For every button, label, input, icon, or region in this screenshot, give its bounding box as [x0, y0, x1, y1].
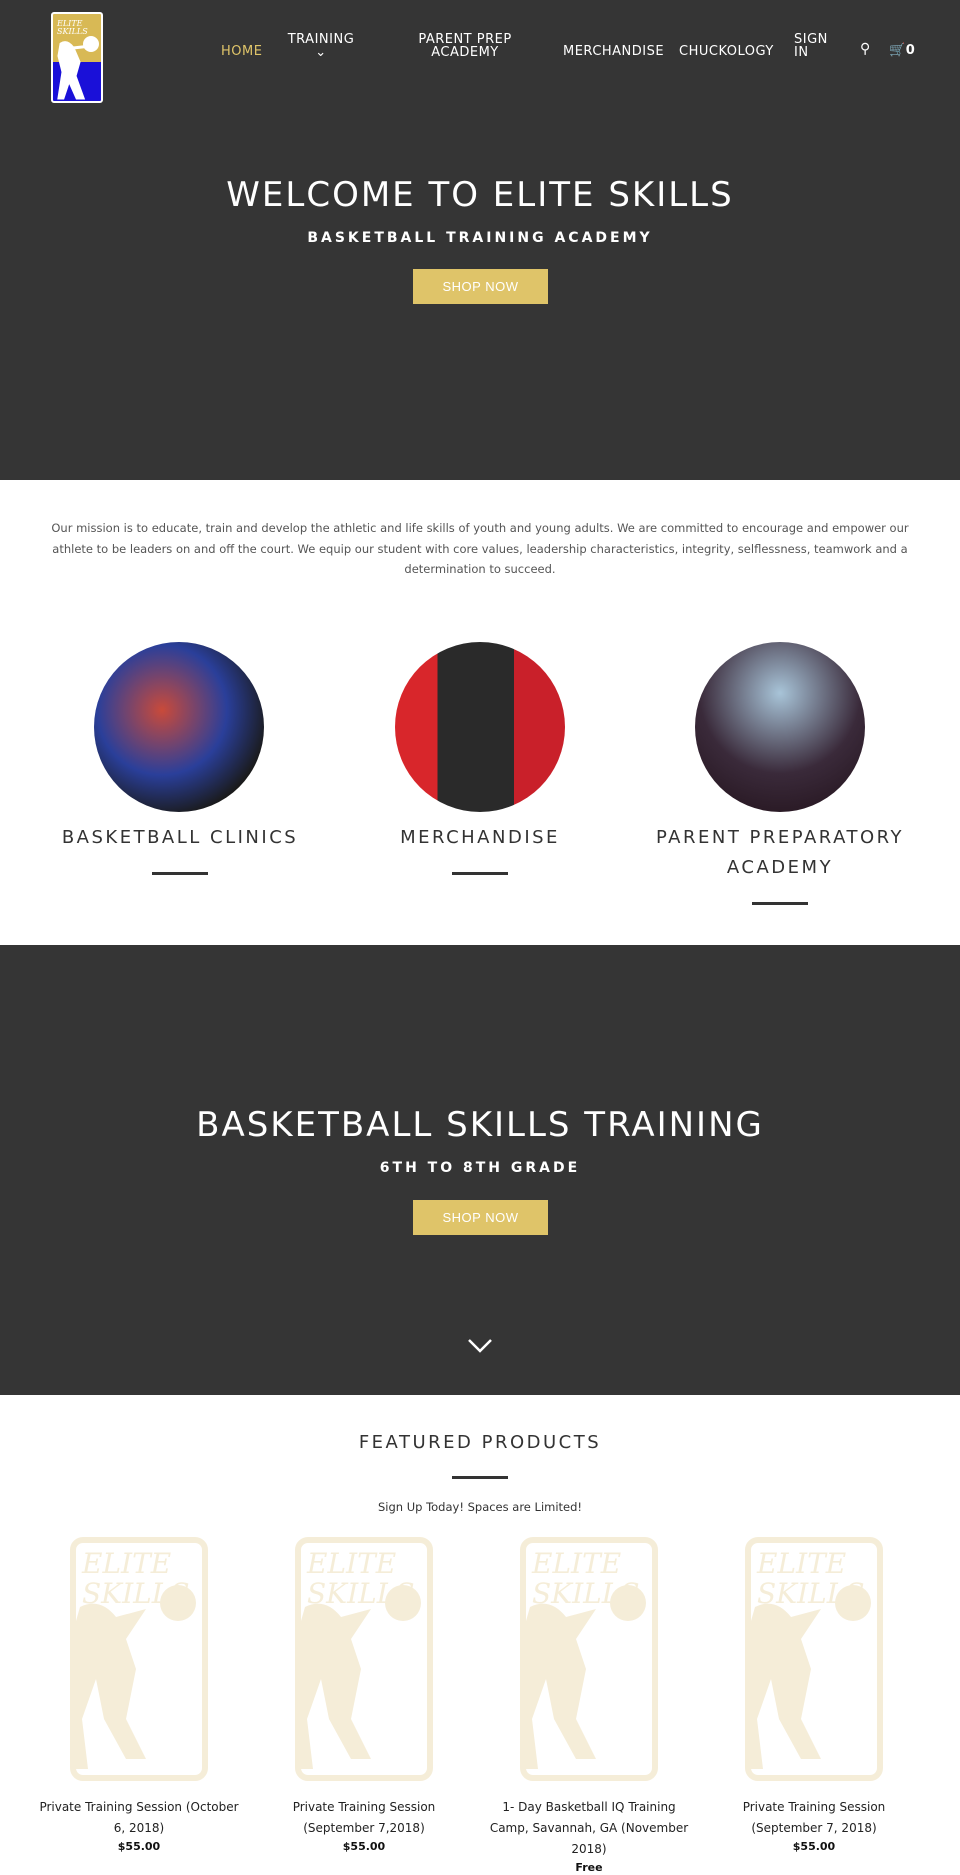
feature-label-parent-preparatory-academy[interactable]: PARENT PREPARATORY ACADEMY: [650, 823, 910, 883]
svg-text:SKILLS: SKILLS: [57, 27, 88, 36]
parent-prep-academy-image[interactable]: [695, 642, 865, 812]
banner-subtitle: 6TH TO 8TH GRADE: [379, 1160, 581, 1176]
product-title[interactable]: 1- Day Basketball IQ Training Camp, Sava…: [484, 1797, 694, 1860]
search-icon[interactable]: ⚲: [860, 42, 871, 56]
product-title[interactable]: Private Training Session (October 6, 201…: [34, 1797, 244, 1839]
product-price: $55.00: [117, 1840, 161, 1853]
banner-title: BASKETBALL SKILLS TRAINING: [196, 1105, 764, 1145]
product-title[interactable]: Private Training Session (September 7, 2…: [709, 1797, 919, 1839]
svg-text:ELITE: ELITE: [81, 1547, 171, 1580]
nav-home[interactable]: HOME: [221, 45, 262, 58]
product-title[interactable]: Private Training Session (September 7,20…: [259, 1797, 469, 1839]
product-card[interactable]: ELITE SKILLS Private Training Session (Oc…: [34, 1537, 244, 1853]
banner-shop-now-button[interactable]: SHOP NOW: [413, 1200, 548, 1235]
logo[interactable]: ELITE SKILLS: [51, 12, 103, 103]
product-card[interactable]: ELITE SKILLS Private Training Session (Se…: [709, 1537, 919, 1853]
nav-parent-prep-academy[interactable]: PARENT PREP ACADEMY: [410, 33, 520, 59]
nav-training[interactable]: TRAINING ⌄: [284, 33, 358, 59]
cart-count: 0: [905, 43, 916, 58]
divider: [752, 902, 808, 905]
cart-icon: 🛒: [889, 43, 906, 58]
divider: [452, 872, 508, 875]
product-image-logo[interactable]: ELITESKILLS: [516, 1537, 658, 1781]
feature-label-merchandise[interactable]: MERCHANDISE: [340, 823, 620, 853]
svg-text:ELITE: ELITE: [531, 1547, 621, 1580]
hero-subtitle: BASKETBALL TRAINING ACADEMY: [307, 230, 653, 246]
product-card[interactable]: ELITE SKILLS Private Training Session (Se…: [259, 1537, 469, 1853]
nav-chuckology[interactable]: CHUCKOLOGY: [679, 45, 774, 58]
hero-title: WELCOME TO ELITE SKILLS: [226, 175, 734, 215]
divider: [452, 1476, 508, 1479]
hero-shop-now-button[interactable]: SHOP NOW: [413, 269, 548, 304]
product-image-logo[interactable]: ELITESKILLS: [741, 1537, 883, 1781]
scroll-down-chevron-icon[interactable]: [467, 1338, 493, 1354]
product-price: Free: [575, 1861, 603, 1874]
svg-text:ELITE: ELITE: [756, 1547, 846, 1580]
nav-sign-in[interactable]: SIGN IN: [794, 33, 834, 59]
cart-button[interactable]: 🛒0: [889, 44, 915, 57]
featured-products-title: FEATURED PRODUCTS: [358, 1432, 602, 1453]
product-card[interactable]: ELITE SKILLS 1- Day Basketball IQ Trainin…: [484, 1537, 694, 1874]
chevron-down-icon: ⌄: [315, 45, 327, 60]
divider: [152, 872, 208, 875]
product-image-logo[interactable]: ELITESKILLS: [66, 1537, 208, 1781]
basketball-clinics-image[interactable]: [94, 642, 264, 812]
featured-products-subtitle: Sign Up Today! Spaces are Limited!: [377, 1500, 583, 1514]
nav-merchandise[interactable]: MERCHANDISE: [563, 45, 664, 58]
mission-text: Our mission is to educate, train and dev…: [51, 521, 909, 576]
product-price: $55.00: [342, 1840, 386, 1853]
product-price: $55.00: [792, 1840, 836, 1853]
svg-text:ELITE: ELITE: [306, 1547, 396, 1580]
feature-label-basketball-clinics[interactable]: BASKETBALL CLINICS: [40, 823, 320, 853]
logo-player-icon: ELITESKILLS: [56, 19, 99, 100]
product-image-logo[interactable]: ELITESKILLS: [291, 1537, 433, 1781]
merchandise-image[interactable]: [395, 642, 565, 812]
